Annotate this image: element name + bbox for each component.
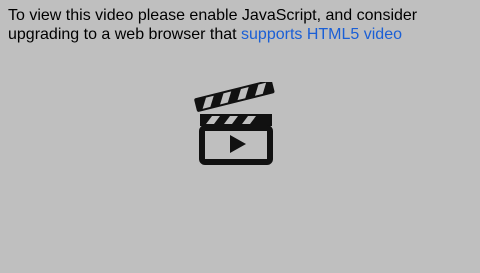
no-js-message: To view this video please enable JavaScr… (8, 6, 472, 44)
clapperboard-play-icon (192, 82, 284, 166)
html5-video-support-link[interactable]: supports HTML5 video (241, 26, 402, 43)
video-player-fallback: To view this video please enable JavaScr… (0, 0, 480, 273)
